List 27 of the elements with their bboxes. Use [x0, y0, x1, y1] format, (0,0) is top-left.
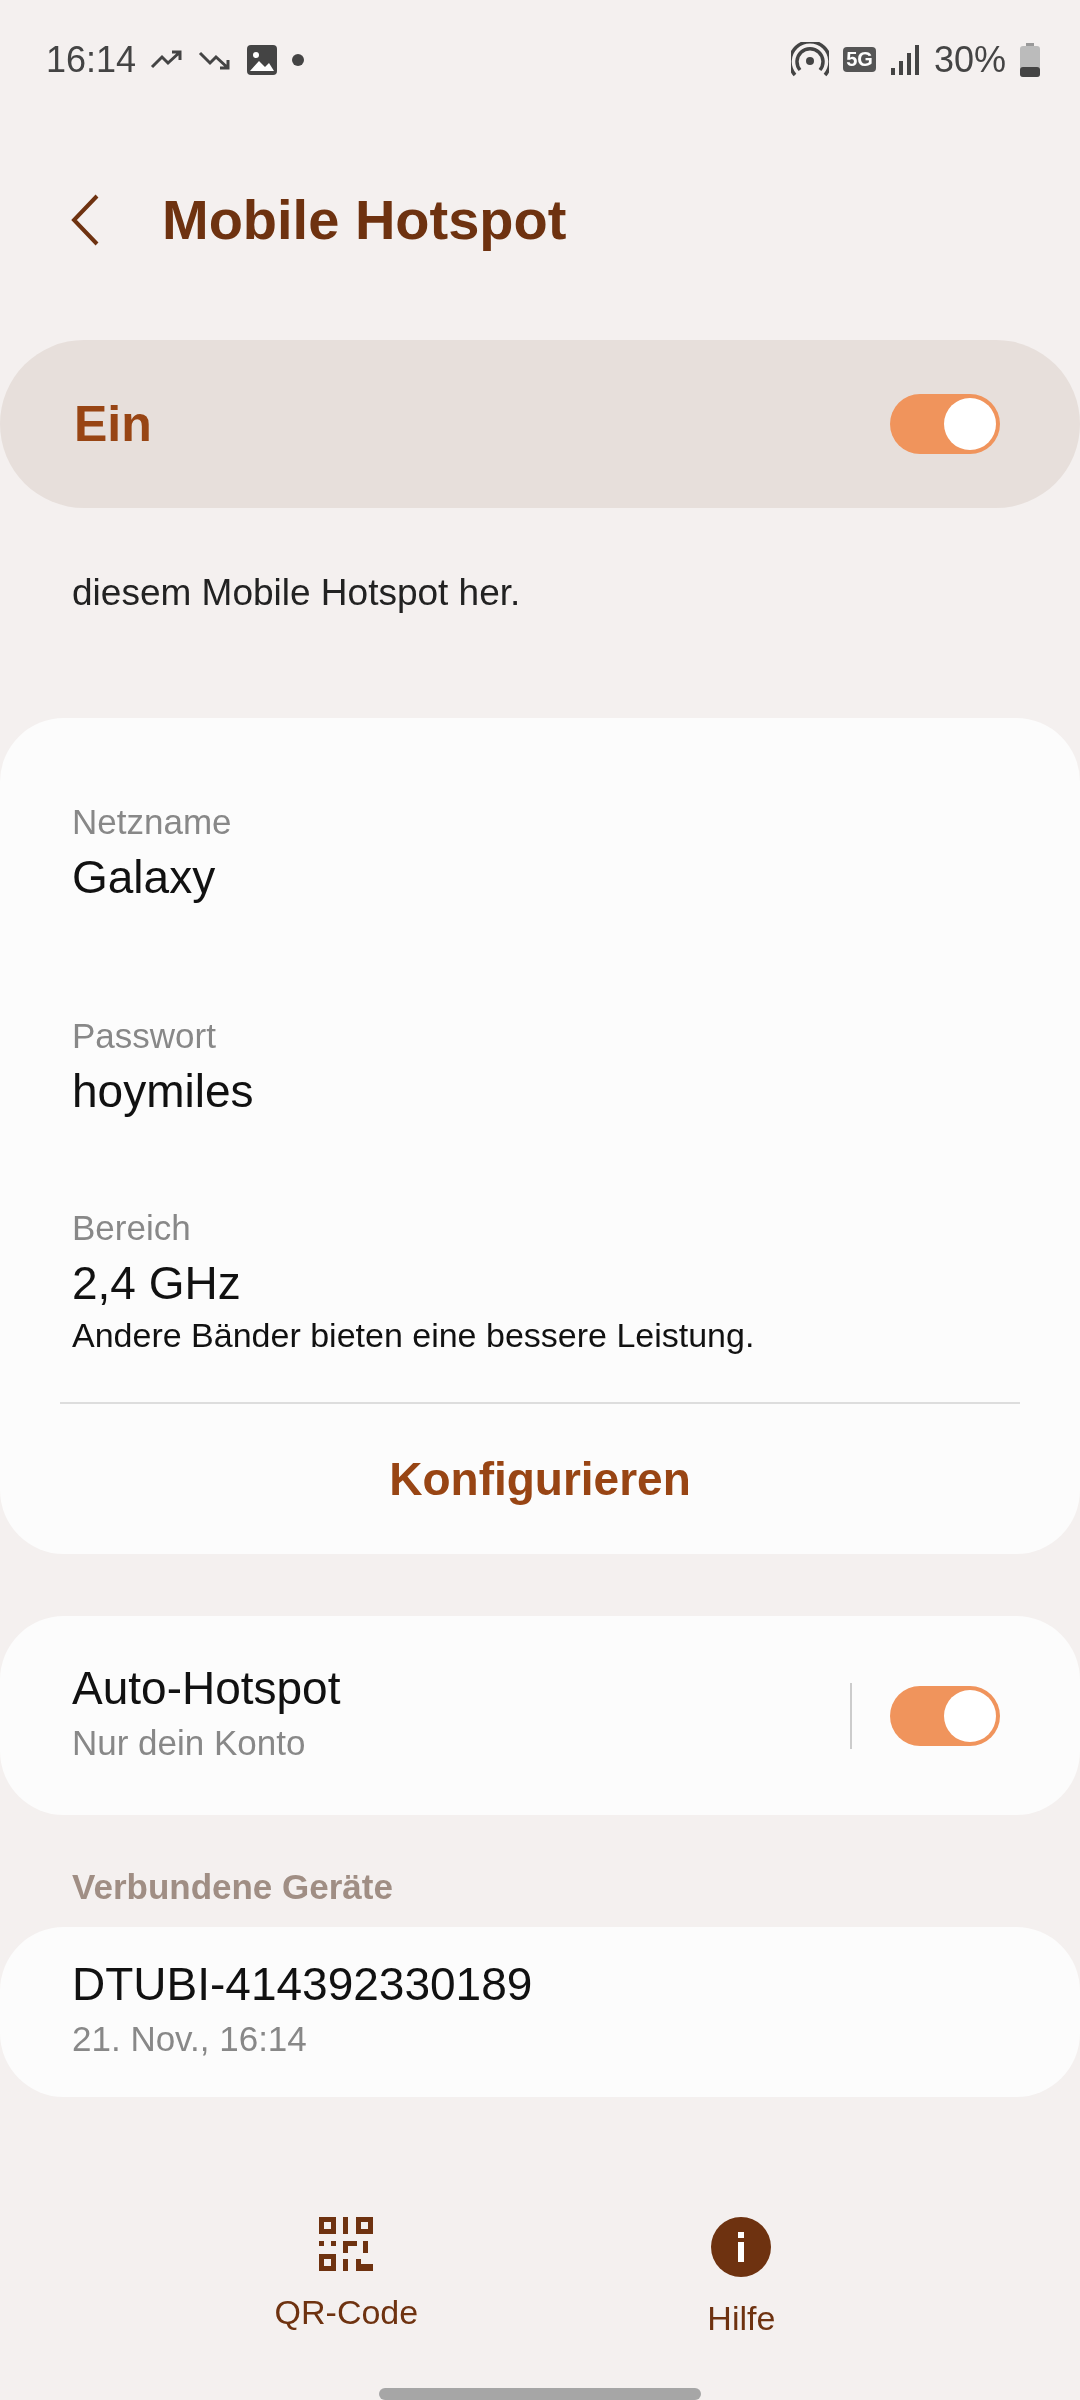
master-switch-bar[interactable]: Ein	[0, 340, 1080, 509]
section-header: Verbundene Geräte	[71, 1866, 394, 1909]
qr-code-button[interactable]: QR-Code	[274, 2217, 419, 2339]
device-name: DTUBI-414392330189	[72, 1957, 534, 2012]
auto-hotspot-card[interactable]: Auto-Hotspot Nur dein Konto	[0, 1616, 1080, 1816]
network-type: 5G	[843, 47, 876, 73]
configure-button[interactable]: Konfigurieren	[0, 1404, 1080, 1555]
description-text: diesem Mobile Hotspot her.	[71, 571, 522, 616]
dot-icon	[292, 53, 305, 66]
signal-icon	[889, 43, 920, 76]
setting-item[interactable]: Netzname Galaxy	[0, 746, 1080, 961]
setting-item[interactable]: Passwort hoymiles	[0, 960, 1080, 1175]
qr-code-icon	[319, 2217, 374, 2272]
battery-percent: 30%	[933, 38, 1006, 81]
hotspot-icon	[791, 41, 830, 78]
help-button[interactable]: Hilfe	[707, 2217, 776, 2339]
info-icon	[711, 2217, 772, 2278]
auto-hotspot-subtitle: Nur dein Konto	[72, 1722, 307, 1763]
battery-icon	[1020, 42, 1040, 77]
device-card[interactable]: DTUBI-414392330189 21. Nov., 16:14	[0, 1927, 1080, 2098]
device-time: 21. Nov., 16:14	[72, 2019, 308, 2060]
image-icon	[246, 43, 279, 76]
trend-up-icon	[150, 48, 185, 71]
setting-item[interactable]: Bereich 2,4 GHz Andere Bänder bieten eine bessere Leistung.	[0, 1174, 1080, 1389]
clock: 16:14	[46, 38, 137, 81]
auto-hotspot-title: Auto-Hotspot	[72, 1660, 342, 1715]
page-title: Mobile Hotspot	[162, 187, 567, 253]
